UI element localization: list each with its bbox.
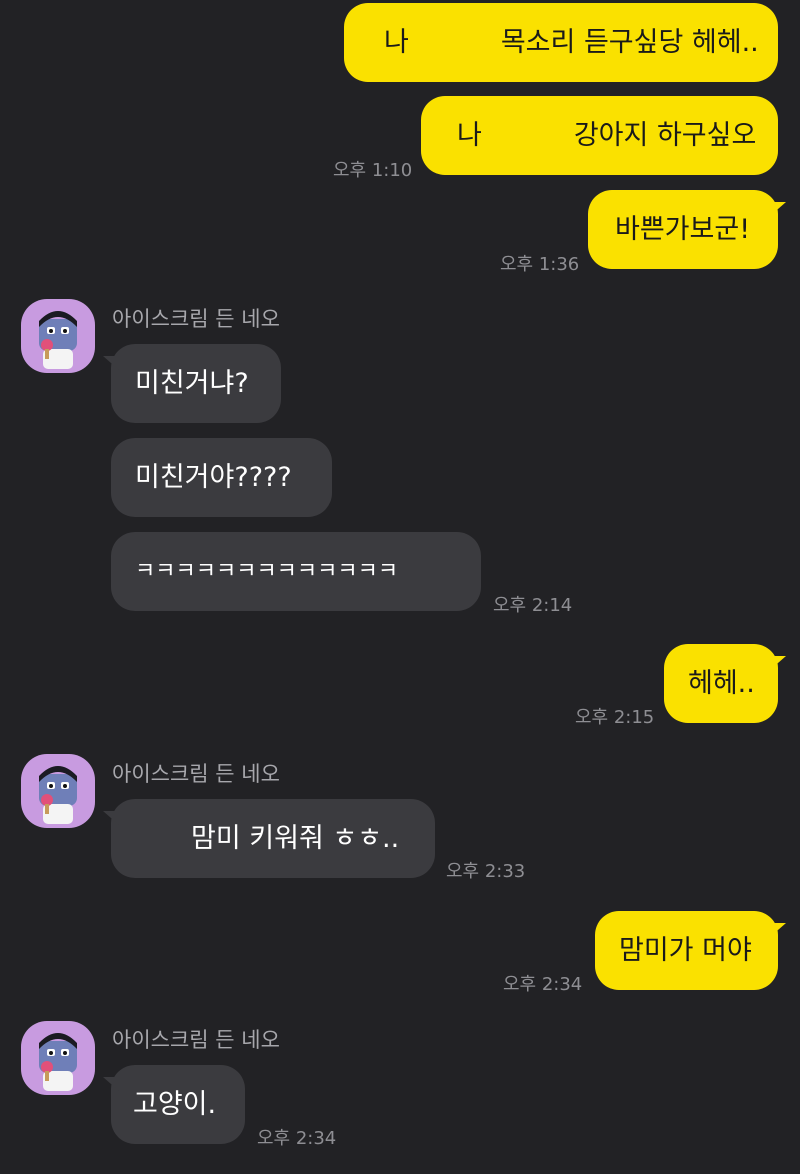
message-timestamp: 오후 2:15 bbox=[575, 707, 655, 728]
message-text-part: 나 bbox=[384, 27, 409, 58]
message-text: 고양이. bbox=[133, 1089, 217, 1120]
their-message-bubble[interactable]: 맘미 키워줘 ㅎㅎ.. bbox=[103, 799, 435, 878]
avatar[interactable] bbox=[21, 1021, 95, 1095]
neo-character-icon bbox=[39, 311, 77, 369]
my-message-bubble[interactable]: 헤헤.. bbox=[664, 644, 786, 723]
message-timestamp: 오후 2:33 bbox=[446, 861, 526, 882]
message-text: 맘미 키워줘 ㅎㅎ.. bbox=[191, 823, 400, 854]
message-text-part: 강아지 하구싶오 bbox=[573, 120, 757, 151]
message-text: 바쁜가보군! bbox=[615, 214, 751, 245]
sender-name: 아이스크림 든 네오 bbox=[112, 762, 280, 786]
message-text: 헤헤.. bbox=[688, 668, 755, 699]
my-message-bubble[interactable]: 바쁜가보군! bbox=[588, 190, 786, 269]
message-text: 맘미가 머야 bbox=[619, 935, 752, 966]
their-message-bubble[interactable]: 고양이. bbox=[103, 1065, 245, 1144]
their-message-bubble[interactable]: 미친거냐? bbox=[103, 344, 281, 423]
message-text: ㅋㅋㅋㅋㅋㅋㅋㅋㅋㅋㅋㅋㅋ bbox=[135, 558, 399, 584]
message-text: 미친거냐? bbox=[135, 368, 249, 399]
message-text: 미친거야???? bbox=[135, 462, 292, 493]
message-text-part: 목소리 듣구싶당 헤헤.. bbox=[500, 27, 759, 58]
their-message-bubble[interactable]: ㅋㅋㅋㅋㅋㅋㅋㅋㅋㅋㅋㅋㅋ bbox=[111, 532, 481, 611]
my-message-bubble[interactable]: 맘미가 머야 bbox=[595, 911, 786, 990]
neo-character-icon bbox=[39, 766, 77, 824]
my-message-bubble[interactable]: 나 목소리 듣구싶당 헤헤.. bbox=[344, 3, 778, 82]
sender-name: 아이스크림 든 네오 bbox=[112, 307, 280, 331]
message-timestamp: 오후 1:36 bbox=[500, 254, 580, 275]
message-timestamp: 오후 2:34 bbox=[257, 1128, 337, 1149]
my-message-bubble[interactable]: 나 강아지 하구싶오 bbox=[421, 96, 778, 175]
message-timestamp: 오후 2:34 bbox=[503, 974, 583, 995]
their-message-bubble[interactable]: 미친거야???? bbox=[111, 438, 332, 517]
message-timestamp: 오후 2:14 bbox=[493, 595, 573, 616]
neo-character-icon bbox=[39, 1033, 77, 1091]
avatar[interactable] bbox=[21, 299, 95, 373]
message-text-part: 나 bbox=[457, 120, 482, 151]
message-timestamp: 오후 1:10 bbox=[333, 160, 413, 181]
avatar[interactable] bbox=[21, 754, 95, 828]
sender-name: 아이스크림 든 네오 bbox=[112, 1028, 280, 1052]
